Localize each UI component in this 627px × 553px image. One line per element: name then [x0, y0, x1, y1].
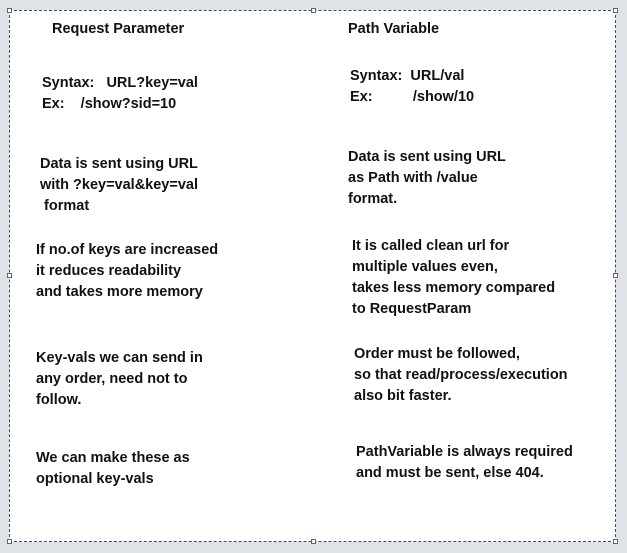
request-parameter-heading: Request Parameter: [52, 21, 185, 37]
right-clean-url-note: It is called clean url for multiple value…: [352, 238, 556, 317]
resize-handle[interactable]: [7, 273, 12, 278]
left-order-note: Key-vals we can send in any order, need n…: [36, 350, 203, 408]
left-data-sent: Data is sent using URL with ?key=val&key=…: [40, 156, 198, 214]
left-keys-note: If no.of keys are increased it reduces re…: [36, 242, 219, 300]
resize-handle[interactable]: [311, 8, 316, 13]
resize-handle[interactable]: [613, 539, 618, 544]
left-syntax: Syntax: URL?key=val Ex: /show?sid=10: [42, 75, 198, 112]
resize-handle[interactable]: [7, 539, 12, 544]
resize-handle[interactable]: [613, 273, 618, 278]
resize-handle[interactable]: [613, 8, 618, 13]
right-syntax: Syntax: URL/val Ex: /show/10: [350, 68, 475, 105]
right-required-note: PathVariable is always required and must …: [356, 444, 573, 481]
right-data-sent: Data is sent using URL as Path with /valu…: [348, 149, 506, 207]
path-variable-heading: Path Variable: [348, 21, 440, 37]
resize-handle[interactable]: [7, 8, 12, 13]
resize-handle[interactable]: [311, 539, 316, 544]
right-order-note: Order must be followed, so that read/proc…: [354, 346, 568, 404]
left-optional-note: We can make these as optional key-vals: [36, 450, 190, 487]
